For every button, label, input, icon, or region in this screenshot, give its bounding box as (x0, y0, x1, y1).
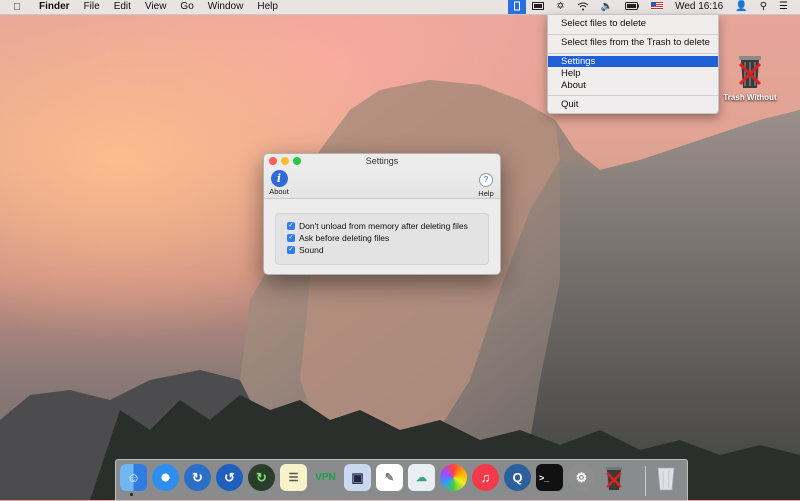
checkbox-checked-icon[interactable]: ✓ (287, 234, 295, 242)
trash-without-icon[interactable] (600, 464, 627, 491)
wifi-icon[interactable] (571, 0, 595, 14)
menu-window[interactable]: Window (201, 0, 251, 14)
menu-separator (548, 34, 718, 35)
finder-icon[interactable]: ☺ (120, 464, 147, 491)
menu-item-about[interactable]: About (548, 80, 718, 91)
apple-menu-icon[interactable]:  (10, 2, 24, 13)
vpn-label: VPN (315, 472, 336, 483)
about-label: About (269, 187, 289, 196)
photos-icon[interactable] (440, 464, 467, 491)
option-ask-before-deleting[interactable]: ✓ Ask before deleting files (287, 232, 389, 244)
menu-view[interactable]: View (138, 0, 174, 14)
input-source-flag-icon[interactable] (645, 0, 669, 14)
help-toolbar-button[interactable]: ? Help (475, 169, 497, 198)
user-icon[interactable]: 👤 (729, 0, 753, 14)
settings-window: Settings i About ? Help ✓ Don't unload f… (263, 153, 501, 275)
sync-blue-icon[interactable]: ↺ (216, 464, 243, 491)
notes-icon[interactable]: ☰ (280, 464, 307, 491)
trash-without-menu: Select files to delete Select files from… (547, 14, 719, 114)
window-toolbar: i About ? Help (264, 168, 500, 199)
menu-help[interactable]: Help (250, 0, 285, 14)
spotlight-search-icon[interactable]: ⚲ (754, 0, 773, 14)
menu-item-quit[interactable]: Quit (548, 99, 718, 110)
textedit-icon[interactable]: ✎ (376, 464, 403, 491)
menu-item-select-from-trash[interactable]: Select files from the Trash to delete (548, 37, 718, 48)
dock-separator (645, 466, 646, 496)
menu-file[interactable]: File (77, 0, 107, 14)
music-icon[interactable]: ♫ (472, 464, 499, 491)
info-icon: i (270, 170, 288, 187)
help-label: Help (478, 189, 494, 198)
settings-icon[interactable]: ⚙ (568, 464, 595, 491)
sync-icon[interactable]: ↻ (184, 464, 211, 491)
quicktime-icon[interactable]: Q (504, 464, 531, 491)
trash-without-status-icon[interactable] (508, 0, 527, 14)
menu-edit[interactable]: Edit (107, 0, 138, 14)
sync-green-icon[interactable]: ↻ (248, 464, 275, 491)
option-label: Sound (299, 245, 324, 255)
option-sound[interactable]: ✓ Sound (287, 244, 324, 256)
menu-bar:  Finder File Edit View Go Window Help ✡… (0, 0, 800, 15)
option-label: Don't unload from memory after deleting … (299, 221, 468, 231)
checkbox-checked-icon[interactable]: ✓ (287, 246, 295, 254)
status-area: ✡ 🔈 Wed 16:16 👤 ⚲ ☰ (508, 0, 794, 14)
menu-app-name[interactable]: Finder (32, 0, 77, 14)
menu-separator (548, 95, 718, 96)
menu-go[interactable]: Go (173, 0, 200, 14)
option-dont-unload[interactable]: ✓ Don't unload from memory after deletin… (287, 220, 468, 232)
preview-icon[interactable]: ▣ (344, 464, 371, 491)
about-toolbar-button[interactable]: i About (267, 169, 291, 196)
clock[interactable]: Wed 16:16 (669, 0, 729, 14)
checkbox-checked-icon[interactable]: ✓ (287, 222, 295, 230)
network-icon[interactable]: ✡ (550, 0, 570, 14)
desktop-app-trash-without[interactable]: Trash Without (722, 50, 778, 102)
window-title: Settings (365, 156, 399, 166)
help-icon: ? (479, 173, 493, 187)
menu-item-select-files[interactable]: Select files to delete (548, 18, 718, 29)
battery-icon[interactable] (619, 0, 645, 14)
photo-icon[interactable]: ☁ (408, 464, 435, 491)
volume-icon[interactable]: 🔈 (595, 0, 619, 14)
safari-icon[interactable] (152, 464, 179, 491)
trash-icon[interactable] (652, 464, 679, 491)
terminal-icon[interactable]: >_ (536, 464, 563, 491)
trash-without-app-icon (738, 56, 762, 88)
window-titlebar[interactable]: Settings (264, 154, 500, 168)
vpn-icon[interactable]: VPN (312, 464, 339, 491)
menu-separator (548, 53, 718, 54)
desktop-icon-label: Trash Without (723, 93, 777, 102)
running-indicator (130, 493, 133, 496)
options-panel: ✓ Don't unload from memory after deletin… (275, 213, 489, 265)
battery-meter-icon[interactable] (526, 0, 550, 14)
menu-item-help[interactable]: Help (548, 68, 718, 79)
menu-item-settings[interactable]: Settings (548, 56, 718, 67)
dock: ☺ ↻ ↺ ↻ ☰ VPN ▣ ✎ ☁ ♫ Q >_ ⚙ (115, 459, 688, 501)
option-label: Ask before deleting files (299, 233, 390, 243)
notification-center-icon[interactable]: ☰ (773, 0, 794, 14)
